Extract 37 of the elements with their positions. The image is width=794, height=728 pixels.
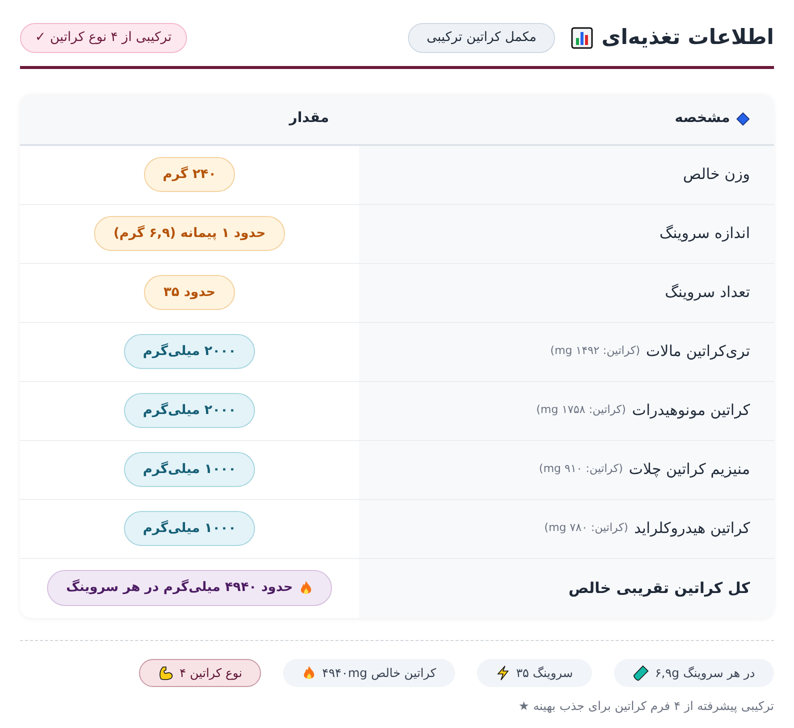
row-label: کراتین مونوهیدرات: [632, 400, 750, 422]
value-pill: حدود ۳۵: [144, 274, 235, 310]
creatine-note: (کراتین: ۷۸۰ mg): [544, 520, 628, 536]
flame-icon: [298, 580, 313, 596]
creatine-note: (کراتین: ۹۱۰ mg): [539, 461, 623, 478]
row-label: تعداد سروینگ: [664, 282, 750, 304]
value-pill: ۲۰۰۰ میلی‌گرم: [124, 334, 256, 370]
column-header: مقدار: [289, 109, 329, 128]
footnote: ترکیبی پیشرفته از ۴ فرم کراتین برای جذب بهینه ★: [518, 698, 774, 714]
value-pill: ۲۴۰ گرم: [144, 156, 236, 192]
column-header: مشخصه: [674, 109, 730, 128]
bar-chart-icon: [571, 26, 594, 49]
row-label: اندازه سروینگ: [660, 223, 750, 244]
row-label: کل کراتین تقریبی خالص: [568, 578, 750, 599]
feature-badge: ترکیبی از ۴ نوع کراتین ✓: [20, 23, 187, 52]
summary-chip: نوع کراتین ۴: [138, 658, 262, 686]
page-title: اطلاعات تغذیه‌ای: [601, 24, 774, 51]
test-tube-icon: [632, 664, 649, 680]
row-label: منیزیم کراتین چلات: [628, 459, 750, 480]
value-pill: ۱۰۰۰ میلی‌گرم: [124, 452, 256, 488]
row-label: کراتین هیدروکلراید: [634, 518, 750, 540]
category-tag: مکمل کراتین ترکیبی: [408, 23, 556, 52]
flame-icon: [302, 664, 316, 680]
diamond-icon: [736, 112, 750, 126]
creatine-note: (کراتین: ۱۴۹۲ mg): [550, 343, 640, 360]
summary-chip: سروینگ ۳۵: [477, 658, 592, 686]
row-label: تری‌کراتین مالات: [646, 341, 750, 362]
value-pill: ۲۰۰۰ میلی‌گرم: [124, 392, 256, 428]
lightning-icon: [496, 664, 510, 680]
creatine-note: (کراتین: ۱۷۵۸ mg): [536, 402, 626, 418]
row-label: وزن خالص: [682, 164, 750, 186]
flexed-arm-icon: [158, 664, 174, 680]
value-pill: ۱۰۰۰ میلی‌گرم: [124, 510, 256, 546]
value-pill: حدود ۱ پیمانه (۶,۹ گرم): [94, 216, 285, 252]
summary-chip: در هر سروینگ ۶,۹g: [614, 658, 774, 686]
summary-chip: کراتین خالص ۴۹۴۰mg: [283, 658, 456, 686]
value-pill: حدود ۴۹۴۰ میلی‌گرم در هر سروینگ: [47, 570, 332, 606]
